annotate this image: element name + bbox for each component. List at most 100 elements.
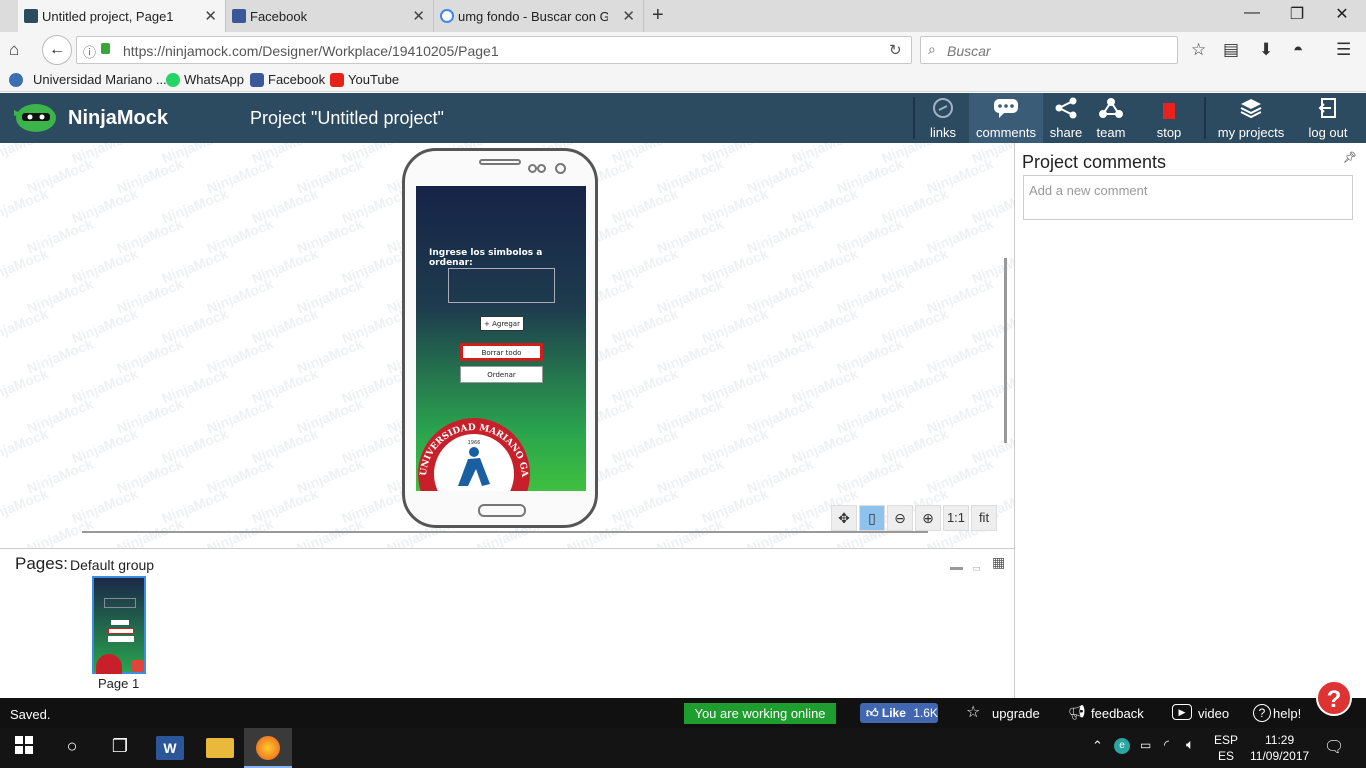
comments-panel: Project comments 📌︎ Add a new comment [1014,143,1366,698]
zoom-fit-button[interactable]: fit [971,505,997,531]
new-comment-input[interactable]: Add a new comment [1023,175,1353,220]
pan-icon[interactable]: ✥ [831,505,857,531]
device-view-icon[interactable]: ▯ [859,505,885,531]
vertical-scrollbar[interactable] [1004,258,1007,443]
tab-title: umg fondo - Buscar con Go [458,8,608,24]
facebook-like-button[interactable]: 👍︎ Like 1.6K [860,703,938,723]
minimize-pages-icon[interactable] [950,567,963,570]
zoom-out-icon[interactable]: ⊖ [887,505,913,531]
page-thumbnail[interactable] [92,576,146,674]
symbols-input[interactable] [448,268,555,303]
url-bar[interactable]: ⓘ https://ninjamock.com/Designer/Workpla… [76,36,912,64]
edit-page-icon[interactable] [132,660,144,672]
share-label: share [1049,125,1083,140]
search-input[interactable]: ⌕ Buscar [920,36,1178,64]
video-play-icon[interactable]: ▶ [1172,704,1192,720]
notifications-icon[interactable]: 🗨︎ [1324,737,1344,757]
help-link[interactable]: help! [1273,706,1301,721]
bookmark-facebook[interactable]: Facebook [250,72,325,87]
close-tab-icon[interactable]: ✕ [622,7,635,25]
watermark-text: NinjaMock [0,143,51,167]
stop-button[interactable]: stop [1146,93,1192,143]
wifi-icon[interactable]: ◜ [1164,737,1169,753]
brand-name[interactable]: NinjaMock [68,107,168,130]
home-icon[interactable]: ⌂ [9,40,19,60]
zoom-in-icon[interactable]: ⊕ [915,505,941,531]
bookmark-universidad[interactable]: Universidad Mariano ... [9,72,167,87]
whatsapp-icon [166,73,180,87]
file-explorer-icon[interactable] [206,738,234,758]
minimize-window-icon[interactable]: — [1232,4,1272,22]
feedback-link[interactable]: feedback [1091,706,1144,721]
horizontal-scrollbar[interactable] [82,531,928,533]
word-app-icon[interactable]: W [156,736,184,760]
private-mask-icon[interactable]: ◓ [1293,40,1303,60]
new-tab-button[interactable]: + [652,4,664,27]
menu-icon[interactable]: ☰ [1336,40,1351,60]
add-button[interactable]: + Agregar [480,316,524,331]
pages-panel: Pages: Default group ▭ ▦ Page 1 [0,548,1014,698]
upgrade-link[interactable]: upgrade [992,706,1040,721]
navigation-bar: ⌂ ← ⓘ https://ninjamock.com/Designer/Wor… [0,32,1366,68]
system-clock[interactable]: 11:29 11/09/2017 [1250,732,1309,764]
tab-untitled-project[interactable]: Untitled project, Page1 ✕ [18,0,226,32]
bookmark-star-icon[interactable]: ☆ [1191,40,1206,60]
project-title[interactable]: Project "Untitled project" [250,108,444,129]
tab-title: Untitled project, Page1 [42,8,174,24]
comment-icon [994,99,1018,118]
show-hidden-icons-icon[interactable]: ⌃ [1092,738,1103,754]
download-icon[interactable]: ⬇ [1259,40,1273,60]
google-favicon-icon [440,9,454,23]
pin-icon[interactable]: 📌︎ [1343,151,1357,164]
my-projects-button[interactable]: my projects [1212,93,1290,143]
info-icon[interactable]: ⓘ [83,42,96,61]
upgrade-star-icon[interactable]: ☆ [966,702,980,722]
phone-screen[interactable]: Ingrese los simbolos a ordenar: + Agrega… [416,186,586,491]
close-tab-icon[interactable]: ✕ [412,7,425,25]
links-button[interactable]: links [917,93,969,143]
log-out-button[interactable]: log out [1300,93,1356,143]
team-button[interactable]: team [1089,93,1133,143]
pages-group-name[interactable]: Default group [70,557,154,573]
back-button[interactable]: ← [42,35,72,65]
reading-list-icon[interactable]: ▤ [1223,40,1239,60]
tab-facebook[interactable]: Facebook ✕ [226,0,434,32]
maximize-window-icon[interactable]: ❐ [1277,4,1317,24]
volume-icon[interactable]: 🔈︎ [1186,736,1194,753]
clear-all-button[interactable]: Borrar todo [460,343,543,361]
share-icon [1055,97,1077,119]
comments-label: comments [976,125,1036,140]
comments-button[interactable]: comments [969,93,1043,143]
share-button[interactable]: share [1043,93,1089,143]
bookmark-youtube[interactable]: YouTube [330,72,399,87]
zoom-actual-size-button[interactable]: 1:1 [943,505,969,531]
design-canvas[interactable]: NinjaMock NinjaMock NinjaMock NinjaMock Ninj… [0,143,1014,548]
ninja-logo-icon [14,104,56,132]
edge-tray-icon[interactable]: e [1114,738,1130,754]
close-window-icon[interactable]: ✕ [1322,4,1362,24]
my-projects-label: my projects [1217,125,1285,140]
close-tab-icon[interactable]: ✕ [204,7,217,25]
grid-view-icon[interactable]: ▦ [992,554,1005,571]
firefox-taskbar-button[interactable] [244,728,292,768]
sort-button[interactable]: Ordenar [460,366,543,383]
cortana-search-icon[interactable]: ○ [58,736,86,760]
list-view-icon[interactable]: ▭ [972,563,981,574]
input-language[interactable]: ESP ES [1214,732,1238,764]
team-icon [1099,98,1123,118]
ninjamock-favicon-icon [24,9,38,23]
bookmark-whatsapp[interactable]: WhatsApp [166,72,244,87]
phone-frame[interactable]: Ingrese los simbolos a ordenar: + Agrega… [402,148,598,528]
reload-icon[interactable]: ↻ [889,41,902,59]
log-out-label: log out [1308,125,1348,140]
facebook-icon [250,73,264,87]
page-name[interactable]: Page 1 [98,676,139,691]
help-bubble-icon[interactable]: ? [1316,680,1352,716]
video-link[interactable]: video [1198,706,1229,721]
battery-icon[interactable]: ▭ [1140,738,1151,752]
megaphone-icon[interactable]: 📢︎ [1068,704,1086,721]
task-view-icon[interactable]: ❐ [106,736,134,760]
tab-google-search[interactable]: umg fondo - Buscar con Go ✕ [434,0,644,32]
help-question-icon[interactable]: ? [1253,704,1271,722]
windows-start-icon[interactable] [10,736,38,760]
